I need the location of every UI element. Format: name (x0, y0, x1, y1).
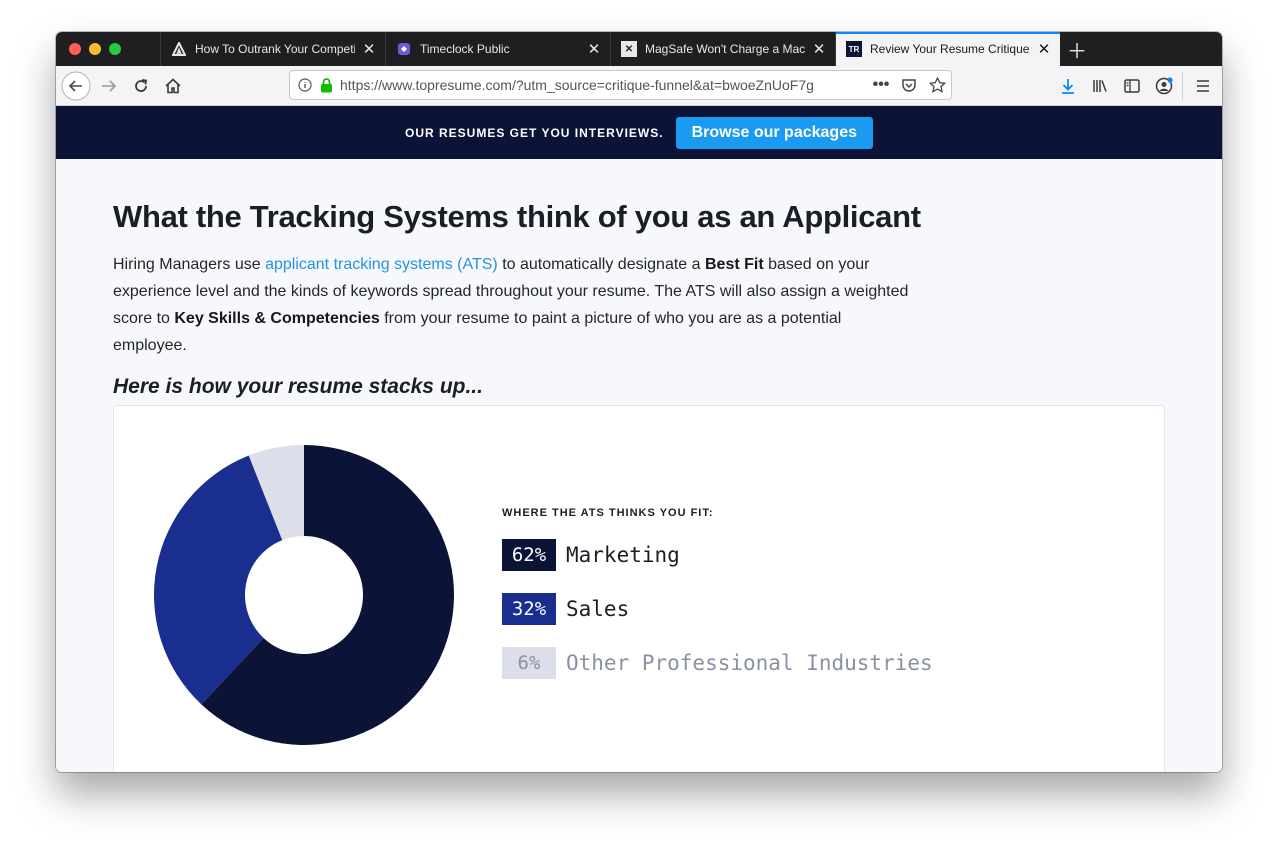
close-tab-icon[interactable]: ✕ (586, 40, 602, 58)
download-icon (1062, 79, 1074, 94)
reload-icon (135, 79, 148, 92)
key-skills-term: Key Skills & Competencies (174, 310, 380, 327)
ats-fit-legend: WHERE THE ATS THINKS YOU FIT: 62% Market… (502, 507, 933, 701)
tab-topresume[interactable]: TR Review Your Resume Critique | ✕ (835, 32, 1060, 66)
legend-row-other: 6% Other Professional Industries (502, 647, 933, 679)
zoom-window-button[interactable] (109, 43, 121, 55)
tab-title: Timeclock Public (420, 42, 510, 56)
chart-title: WHERE THE ATS THINKS YOU FIT: (502, 507, 714, 519)
para-text: to automatically designate a (497, 256, 705, 273)
sidebar-button[interactable] (1116, 70, 1148, 102)
tab-title: How To Outrank Your Competiti (195, 42, 355, 56)
window-controls (56, 32, 160, 66)
page-actions-icon[interactable]: ••• (867, 76, 895, 94)
page-content: What the Tracking Systems think of you a… (56, 159, 1222, 772)
ats-fit-card: WHERE THE ATS THINKS YOU FIT: 62% Market… (113, 405, 1165, 772)
menu-button[interactable] (1187, 70, 1219, 102)
minimize-window-button[interactable] (89, 43, 101, 55)
outrank-favicon-icon (171, 41, 187, 57)
hamburger-menu-icon (1197, 80, 1209, 92)
legend-percent-badge: 32% (502, 593, 556, 625)
promo-tagline: OUR RESUMES GET YOU INTERVIEWS. (405, 125, 664, 140)
tab-outrank[interactable]: How To Outrank Your Competiti ✕ (160, 32, 385, 66)
tab-title: Review Your Resume Critique | (870, 42, 1030, 56)
close-window-button[interactable] (69, 43, 81, 55)
legend-label: Other Professional Industries (566, 651, 933, 675)
forward-arrow-icon (102, 80, 117, 92)
back-arrow-icon (61, 71, 91, 101)
tab-title: MagSafe Won't Charge a MacBo (645, 42, 805, 56)
ifixit-favicon-icon: ✕ (621, 41, 637, 57)
account-icon (1155, 77, 1173, 95)
para-text: Hiring Managers use (113, 256, 266, 273)
legend-row-sales: 32% Sales (502, 593, 933, 625)
page-heading: What the Tracking Systems think of you a… (113, 199, 921, 234)
legend-label: Marketing (566, 543, 680, 567)
library-button[interactable] (1084, 70, 1116, 102)
account-button[interactable] (1148, 70, 1180, 102)
downloads-button[interactable] (1052, 70, 1084, 102)
back-button[interactable] (60, 70, 92, 102)
lock-icon[interactable] (320, 77, 340, 93)
bookmark-star-icon[interactable] (923, 77, 951, 93)
browser-window: How To Outrank Your Competiti ✕ Timecloc… (56, 32, 1222, 772)
tab-magsafe[interactable]: ✕ MagSafe Won't Charge a MacBo ✕ (610, 32, 835, 66)
topresume-favicon-icon: TR (846, 41, 862, 57)
close-tab-icon[interactable]: ✕ (1036, 40, 1052, 58)
pocket-icon[interactable] (895, 78, 923, 93)
home-icon (165, 78, 181, 94)
legend-row-marketing: 62% Marketing (502, 539, 933, 571)
legend-percent-badge: 6% (502, 647, 556, 679)
best-fit-term: Best Fit (704, 256, 764, 273)
navigation-toolbar: https://www.topresume.com/?utm_source=cr… (56, 66, 1222, 106)
library-icon (1093, 80, 1107, 92)
promo-banner: OUR RESUMES GET YOU INTERVIEWS. Browse o… (56, 106, 1222, 159)
timeclock-favicon-icon (396, 41, 412, 57)
ats-fit-donut-chart (154, 445, 454, 745)
home-button[interactable] (157, 70, 189, 102)
tab-timeclock[interactable]: Timeclock Public ✕ (385, 32, 610, 66)
ats-link[interactable]: applicant tracking systems (ATS) (265, 256, 498, 273)
info-icon[interactable] (298, 78, 320, 92)
results-subheading: Here is how your resume stacks up... (113, 375, 483, 398)
close-tab-icon[interactable]: ✕ (811, 40, 827, 58)
new-tab-button[interactable]: ＋ (1060, 32, 1094, 66)
forward-button[interactable] (93, 70, 125, 102)
legend-percent-badge: 62% (502, 539, 556, 571)
url-text[interactable]: https://www.topresume.com/?utm_source=cr… (340, 77, 867, 93)
address-bar[interactable]: https://www.topresume.com/?utm_source=cr… (289, 70, 952, 100)
close-tab-icon[interactable]: ✕ (361, 40, 377, 58)
tab-strip: How To Outrank Your Competiti ✕ Timecloc… (56, 32, 1222, 66)
legend-label: Sales (566, 597, 630, 621)
reload-button[interactable] (125, 70, 157, 102)
intro-paragraph: Hiring Managers use applicant tracking s… (113, 251, 913, 359)
sidebar-icon (1124, 79, 1140, 93)
browse-packages-button[interactable]: Browse our packages (675, 116, 873, 149)
